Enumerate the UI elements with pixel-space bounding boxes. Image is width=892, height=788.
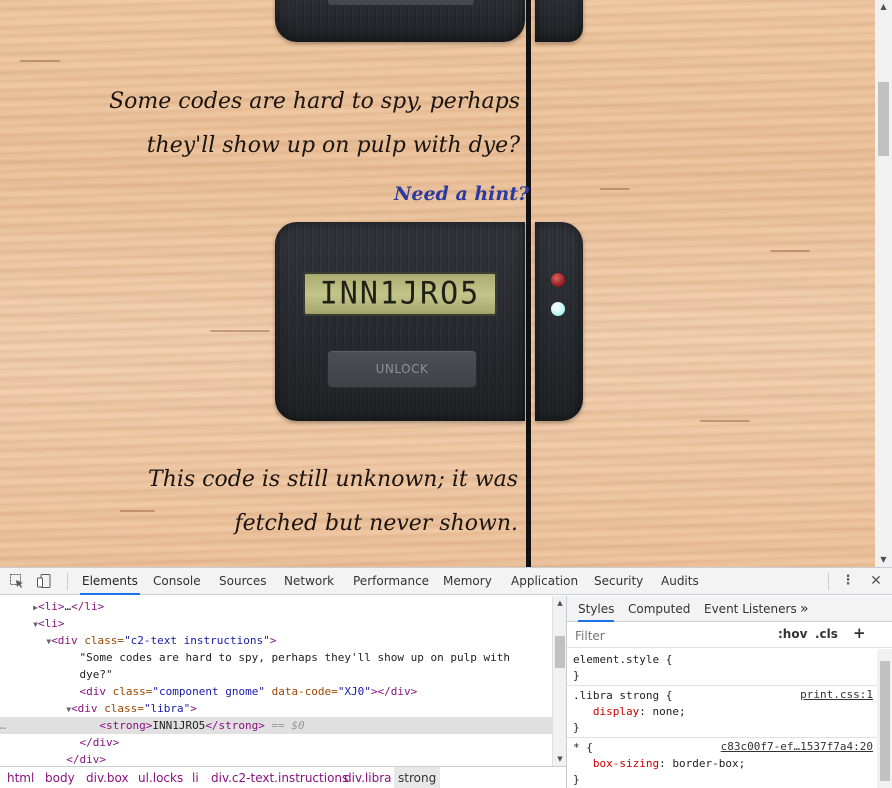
rule-close-brace: } xyxy=(573,721,580,734)
dom-node-div-libra[interactable]: ▼<div class="libra"> xyxy=(0,700,552,717)
rule-libra-strong: .libra strong { print.css:1 display: non… xyxy=(567,688,877,738)
inspect-element-icon[interactable] xyxy=(9,573,25,589)
riddle-line-2: they'll show up on pulp with dye? xyxy=(146,133,520,158)
elements-scrollbar[interactable]: ▲ ▼ xyxy=(552,596,566,766)
lock-panel xyxy=(275,222,525,421)
devtools-toolbar: Elements Console Sources Network Perform… xyxy=(0,568,892,595)
breadcrumb-div-instructions[interactable]: div.c2-text.instructions xyxy=(207,767,352,788)
lcd-display: INN1JRO5 xyxy=(303,271,497,317)
hov-toggle-button[interactable]: :hov xyxy=(778,627,807,641)
styles-tabs: Styles Computed Event Listeners » xyxy=(567,596,892,622)
scroll-up-arrow-icon[interactable]: ▲ xyxy=(875,0,892,14)
breadcrumb-div-libra[interactable]: div.libra xyxy=(340,767,396,788)
dom-node-strong-selected[interactable]: … <strong>INN1JRO5</strong> == $0 xyxy=(0,717,552,734)
dom-node-div-gnome[interactable]: <div class="component gnome" data-code="… xyxy=(0,683,552,700)
dom-node-li-collapsed[interactable]: ▶<li>…</li> xyxy=(0,598,552,615)
close-icon[interactable]: ✕ xyxy=(868,573,884,589)
page-viewport: Some codes are hard to spy, perhaps they… xyxy=(0,0,892,567)
tab-network[interactable]: Network xyxy=(282,568,336,595)
center-divider xyxy=(526,0,531,567)
rule-close-brace: } xyxy=(573,669,580,682)
dom-node-div-instructions[interactable]: ▼<div class="c2-text instructions"> xyxy=(0,632,552,649)
lock-panel-top xyxy=(275,0,525,42)
cls-toggle-button[interactable]: .cls xyxy=(815,627,838,641)
scroll-up-arrow-icon[interactable]: ▲ xyxy=(553,596,567,610)
device-toolbar-icon[interactable] xyxy=(36,573,52,589)
unlock-button[interactable]: UNLOCK xyxy=(327,350,477,388)
dom-text-node-cont[interactable]: dye?" xyxy=(0,666,552,683)
dom-close-div-libra[interactable]: </div> xyxy=(0,734,552,751)
breadcrumb-div-box[interactable]: div.box xyxy=(82,767,133,788)
unlock-button-top-partial[interactable] xyxy=(327,0,475,6)
rule-selector[interactable]: element.style { xyxy=(567,652,877,668)
tab-event-listeners[interactable]: Event Listeners xyxy=(704,596,797,622)
wood-grain xyxy=(700,420,750,422)
page-scrollbar[interactable]: ▲ ▼ xyxy=(875,0,892,567)
rule-universal: * { c83c00f7-ef…1537f7a4:20 box-sizing: … xyxy=(567,740,877,788)
more-options-icon[interactable]: ⋮ xyxy=(840,573,856,589)
rule-close-brace: } xyxy=(573,773,580,786)
tab-styles[interactable]: Styles xyxy=(578,596,615,622)
breadcrumb: html body div.box ul.locks li div.c2-tex… xyxy=(0,766,566,788)
wood-grain xyxy=(770,250,810,252)
tab-computed[interactable]: Computed xyxy=(628,596,690,622)
tab-security[interactable]: Security xyxy=(592,568,645,595)
wood-grain xyxy=(20,60,60,62)
filter-row: :hov .cls + xyxy=(567,623,892,648)
wood-grain xyxy=(210,330,270,332)
styles-scrollbar[interactable] xyxy=(877,649,892,788)
rule-source-link[interactable]: c83c00f7-ef…1537f7a4:20 xyxy=(721,740,873,753)
lock-side-panel xyxy=(535,222,583,421)
riddle-text-2: This code is still unknown; it was fetch… xyxy=(90,458,518,546)
status-led-cyan xyxy=(549,300,567,318)
tab-application[interactable]: Application xyxy=(509,568,580,595)
filter-input[interactable] xyxy=(571,626,767,645)
toolbar-separator xyxy=(828,573,829,590)
riddle-line-4: fetched but never shown. xyxy=(234,511,518,536)
breadcrumb-body[interactable]: body xyxy=(41,767,79,788)
breadcrumb-strong[interactable]: strong xyxy=(394,767,441,788)
breadcrumb-html[interactable]: html xyxy=(3,767,38,788)
riddle-line-3: This code is still unknown; it was xyxy=(148,467,518,492)
status-led-red xyxy=(549,271,567,289)
rule-declaration[interactable]: box-sizing: border-box; xyxy=(567,756,877,772)
tab-memory[interactable]: Memory xyxy=(441,568,494,595)
scroll-down-arrow-icon[interactable]: ▼ xyxy=(875,553,892,567)
tab-performance[interactable]: Performance xyxy=(351,568,431,595)
wood-grain xyxy=(600,188,630,190)
riddle-line-1: Some codes are hard to spy, perhaps xyxy=(109,89,520,114)
scroll-down-arrow-icon[interactable]: ▼ xyxy=(553,752,567,766)
tab-sources[interactable]: Sources xyxy=(217,568,268,595)
page-scroll-thumb[interactable] xyxy=(878,82,889,156)
rule-declaration[interactable]: display: none; xyxy=(567,704,877,720)
dom-text-node[interactable]: "Some codes are hard to spy, perhaps the… xyxy=(0,649,552,666)
elements-dom-tree: ▶<li>…</li> ▼<li> ▼<div class="c2-text i… xyxy=(0,596,552,766)
rule-source-link[interactable]: print.css:1 xyxy=(800,688,873,701)
rule-element-style: element.style { } xyxy=(567,652,877,686)
devtools-panel: Elements Console Sources Network Perform… xyxy=(0,567,892,788)
elements-scroll-thumb[interactable] xyxy=(555,636,565,668)
more-tabs-icon[interactable]: » xyxy=(800,596,809,622)
riddle-text: Some codes are hard to spy, perhaps they… xyxy=(80,80,520,168)
hint-link[interactable]: Need a hint? xyxy=(394,183,529,205)
tab-elements[interactable]: Elements xyxy=(80,568,140,595)
breadcrumb-li[interactable]: li xyxy=(188,767,203,788)
new-style-rule-button[interactable]: + xyxy=(853,624,866,642)
tab-audits[interactable]: Audits xyxy=(659,568,701,595)
tab-console[interactable]: Console xyxy=(151,568,203,595)
lock-side-panel-top xyxy=(535,0,583,42)
breadcrumb-ul-locks[interactable]: ul.locks xyxy=(134,767,187,788)
toolbar-separator xyxy=(67,573,68,590)
styles-scroll-thumb[interactable] xyxy=(880,661,890,781)
dom-close-div-instructions[interactable]: </div> xyxy=(0,751,552,766)
dom-node-li[interactable]: ▼<li> xyxy=(0,615,552,632)
styles-pane: Styles Computed Event Listeners » :hov .… xyxy=(566,596,892,788)
